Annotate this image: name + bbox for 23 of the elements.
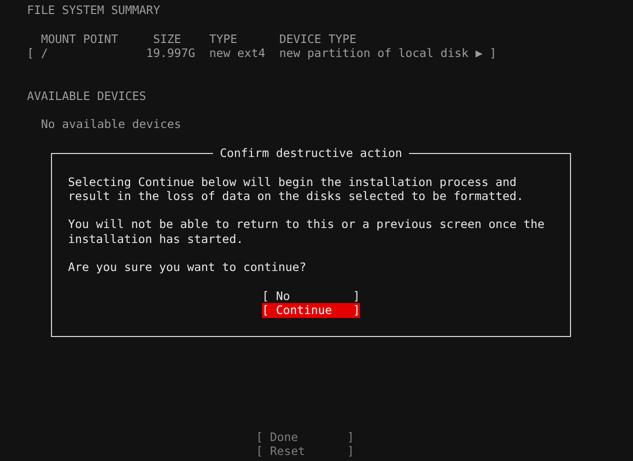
dialog-message: Selecting Continue below will begin the installation process and result in the loss of data on the disks selected to be formatted. [68,174,525,204]
dialog-message: Are you sure you want to continue? [68,260,308,275]
dialog-button[interactable]: [ No ] [262,288,360,304]
row-bracket: [ [27,46,36,60]
footer-button[interactable]: [ Reset ] [256,444,354,458]
dialog-message: You will not be able to return to this or a previous screen once the installation has started. [68,217,546,246]
empty-message: No available devices [41,117,182,132]
row-bracket: ] [490,46,497,60]
partition-row[interactable]: [ / 19.997G new ext4 new partition of local disk ▶ ] [27,46,633,60]
caret-icon: ▶ [476,46,483,60]
table-cell-text: 19.997G [146,46,196,60]
column-header: SIZE [152,32,182,46]
table-cell: new partition of local disk [279,46,468,60]
dialog-title: Confirm destructive action [218,146,404,160]
column-header: DEVICE TYPE [279,32,356,46]
dialog-button[interactable]: [ Continue ] [262,303,360,318]
section-heading: FILE SYSTEM SUMMARY [27,3,160,18]
column-header: TYPE [209,32,238,46]
section-heading: AVAILABLE DEVICES [27,88,146,104]
table-cell-text: / [41,46,50,60]
column-header: MOUNT POINT [41,32,120,46]
footer-button[interactable]: [ Done ] [256,430,354,444]
table-cell-text: new ext4 [209,46,266,60]
